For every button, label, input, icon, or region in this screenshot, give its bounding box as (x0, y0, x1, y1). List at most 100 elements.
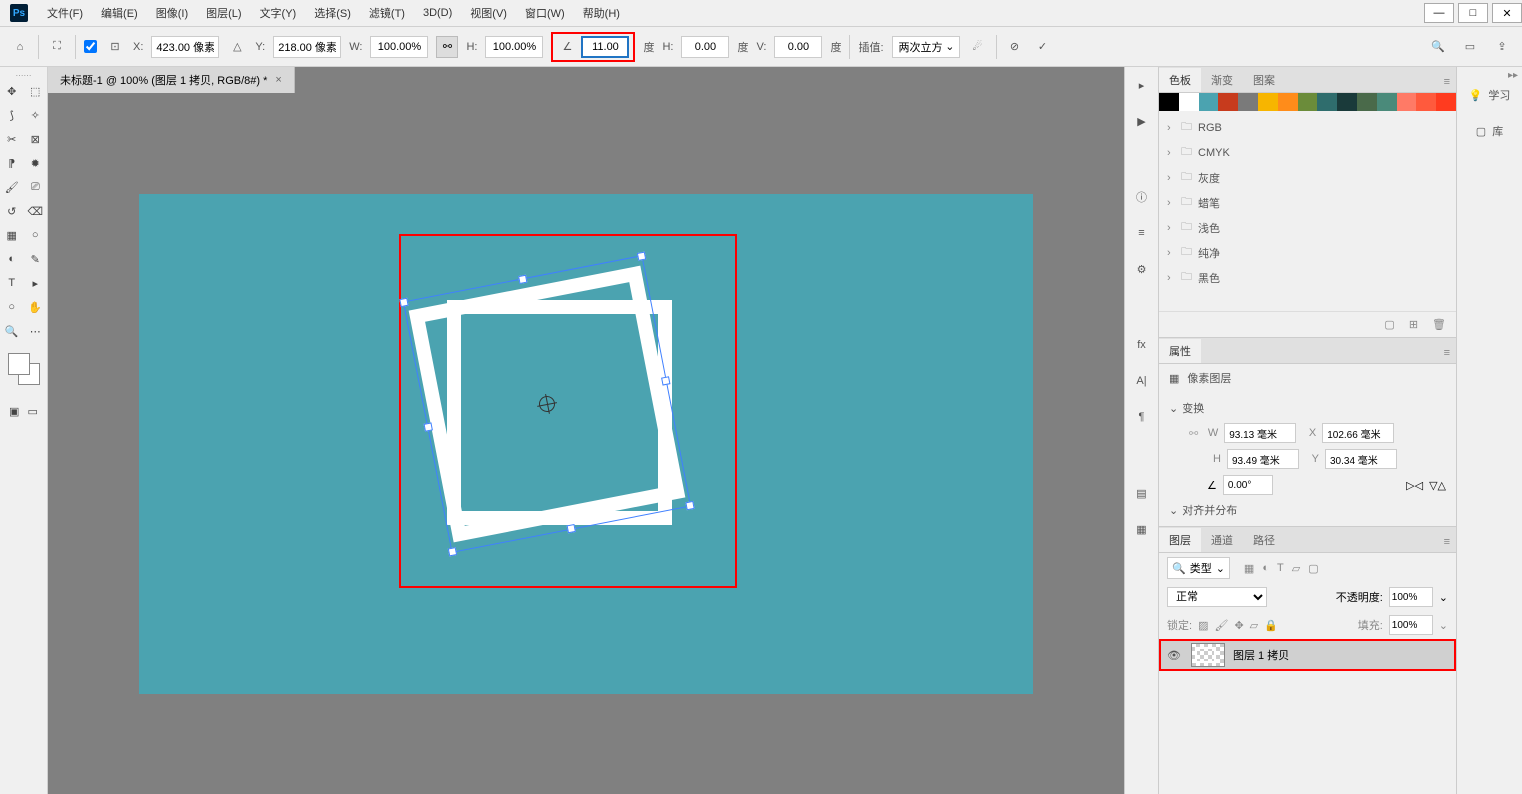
flip-v-icon[interactable]: ▽△ (1429, 479, 1446, 492)
filter-pixel-icon[interactable]: ▦ (1244, 562, 1254, 575)
rotation-input[interactable] (581, 36, 629, 58)
move-tool[interactable]: ✥ (0, 79, 24, 103)
maximize-button[interactable]: □ (1458, 3, 1488, 23)
search-icon[interactable]: 🔍 (1428, 37, 1448, 57)
interpolation-dropdown[interactable]: 两次立方 ⌄ (892, 36, 960, 58)
layer-thumbnail[interactable] (1191, 643, 1225, 667)
props-h-input[interactable] (1227, 449, 1299, 469)
layer-visibility-icon[interactable]: 👁 (1167, 649, 1183, 662)
reference-point-icon[interactable]: ⊡ (105, 37, 125, 57)
swatch-folder[interactable]: ›🗀蜡笔 (1159, 190, 1456, 215)
panel-menu-icon[interactable]: ≡ (1438, 72, 1456, 92)
transform-handle-tl[interactable] (399, 297, 408, 306)
transform-handle-mr[interactable] (661, 376, 670, 385)
menu-edit[interactable]: 编辑(E) (92, 5, 147, 21)
learn-panel-button[interactable]: 💡 学习 (1465, 83, 1515, 107)
transform-handle-bm[interactable] (567, 523, 576, 532)
menu-filter[interactable]: 滤镜(T) (360, 5, 414, 21)
layer-item-copy[interactable]: 👁 图层 1 拷贝 (1159, 639, 1456, 671)
zoom-tool[interactable]: 🔍 (0, 319, 24, 343)
color-swatch[interactable] (1357, 93, 1377, 111)
fill-input[interactable] (1389, 615, 1433, 635)
color-swatch[interactable] (1258, 93, 1278, 111)
y-input[interactable] (273, 36, 341, 58)
frame-tool[interactable]: ⊠ (24, 127, 48, 151)
props-menu-icon[interactable]: ≡ (1438, 343, 1456, 363)
lock-transparent-icon[interactable]: ▨ (1198, 619, 1208, 632)
styles-icon[interactable]: fx (1132, 335, 1152, 355)
transform-handle-tr[interactable] (637, 251, 646, 260)
color-swatch[interactable] (1238, 93, 1258, 111)
menu-3d[interactable]: 3D(D) (414, 7, 461, 19)
vskew-input[interactable] (774, 36, 822, 58)
tab-gradients[interactable]: 渐变 (1201, 68, 1243, 92)
edit-toolbar[interactable]: ⋯ (24, 319, 48, 343)
delta-icon[interactable]: △ (227, 37, 247, 57)
quick-mask-icon[interactable]: ▣ (8, 399, 21, 423)
gradient-tool[interactable]: ▦ (0, 223, 24, 247)
shape-tool[interactable]: ○ (0, 295, 24, 319)
opacity-input[interactable] (1389, 587, 1433, 607)
menu-window[interactable]: 窗口(W) (516, 5, 574, 21)
cancel-transform-icon[interactable]: ⊘ (1005, 37, 1025, 57)
filter-smart-icon[interactable]: ▢ (1308, 562, 1318, 575)
type-tool[interactable]: T (0, 271, 24, 295)
filter-type-icon[interactable]: T (1277, 562, 1284, 575)
menu-text[interactable]: 文字(Y) (251, 5, 306, 21)
link-wh-props-icon[interactable]: ⚯ (1189, 427, 1198, 440)
collapse-panels-icon[interactable]: ▸▸ (1508, 70, 1518, 81)
dodge-tool[interactable]: ◐ (0, 247, 24, 271)
lock-artboard-icon[interactable]: ▱ (1250, 619, 1258, 632)
menu-layer[interactable]: 图层(L) (197, 5, 250, 21)
path-select-tool[interactable]: ▸ (24, 271, 48, 295)
align-section[interactable]: ⌄对齐并分布 (1169, 498, 1446, 522)
screen-mode-tool-icon[interactable]: ▭ (27, 399, 40, 423)
layer-filter-dropdown[interactable]: 🔍 类型 ⌄ (1167, 557, 1230, 579)
info-icon[interactable]: ⓘ (1132, 187, 1152, 207)
tab-properties[interactable]: 属性 (1159, 339, 1201, 363)
transform-section[interactable]: ⌄变换 (1169, 396, 1446, 420)
lock-pixels-icon[interactable]: 🖌 (1214, 619, 1228, 632)
collapse-icon[interactable]: ▸ (1132, 75, 1152, 95)
brush-settings-icon[interactable]: ≡ (1132, 223, 1152, 243)
menu-select[interactable]: 选择(S) (305, 5, 360, 21)
color-swatch[interactable] (1377, 93, 1397, 111)
menu-image[interactable]: 图像(I) (147, 5, 197, 21)
new-swatch-icon[interactable]: ⊞ (1409, 318, 1418, 331)
w-input[interactable] (370, 36, 428, 58)
home-icon[interactable]: ⌂ (10, 37, 30, 57)
color-swatch[interactable] (1218, 93, 1238, 111)
history-brush-tool[interactable]: ↺ (0, 199, 24, 223)
lock-all-icon[interactable]: 🔒 (1264, 619, 1278, 632)
document-tab[interactable]: 未标题-1 @ 100% (图层 1 拷贝, RGB/8#) * × (48, 67, 295, 93)
marquee-tool[interactable]: ⬚ (24, 79, 48, 103)
color-swatch[interactable] (1317, 93, 1337, 111)
blend-mode-select[interactable]: 正常 (1167, 587, 1267, 607)
color-swatch[interactable] (1159, 93, 1179, 111)
clone-stamp-tool[interactable]: ⎚ (24, 175, 48, 199)
transform-mode-icon[interactable]: ⛶ (47, 37, 67, 57)
adjustments-icon[interactable]: ⚙ (1132, 259, 1152, 279)
brush-tool[interactable]: 🖌 (0, 175, 24, 199)
eyedropper-tool[interactable]: ⁋ (0, 151, 24, 175)
magic-wand-tool[interactable]: ✧ (24, 103, 48, 127)
commit-transform-icon[interactable]: ✓ (1033, 37, 1053, 57)
eraser-tool[interactable]: ⌫ (24, 199, 48, 223)
flip-h-icon[interactable]: ▷◁ (1406, 479, 1423, 492)
warp-icon[interactable]: ☄ (968, 37, 988, 57)
tab-paths[interactable]: 路径 (1243, 528, 1285, 552)
swatch-folder[interactable]: ›🗀灰度 (1159, 165, 1456, 190)
link-wh-button[interactable]: ⚯ (436, 36, 458, 58)
menu-file[interactable]: 文件(F) (38, 5, 92, 21)
pen-tool[interactable]: ✎ (24, 247, 48, 271)
hskew-input[interactable] (681, 36, 729, 58)
h-input[interactable] (485, 36, 543, 58)
filter-adjust-icon[interactable]: ◐ (1262, 562, 1269, 575)
character-icon[interactable]: A| (1132, 371, 1152, 391)
paragraph-icon[interactable]: ¶ (1132, 407, 1152, 427)
transform-handle-br[interactable] (685, 500, 694, 509)
reference-point-checkbox[interactable] (84, 40, 97, 53)
hand-tool[interactable]: ✋ (24, 295, 48, 319)
tab-swatches[interactable]: 色板 (1159, 68, 1201, 92)
swatch-folder[interactable]: ›🗀RGB (1159, 115, 1456, 140)
